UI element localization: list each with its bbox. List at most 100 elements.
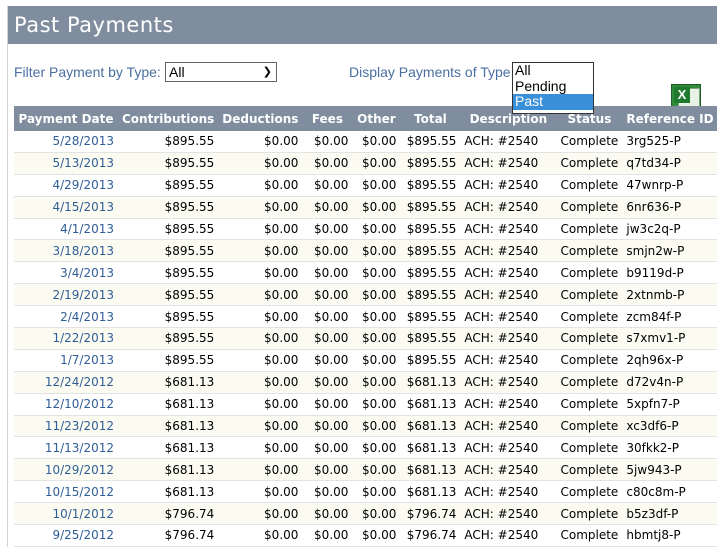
payment-date-link[interactable]: 4/15/2013	[14, 196, 118, 219]
reference-id-cell: 2xtnmb-P	[622, 283, 717, 307]
excel-x-glyph: X	[674, 87, 690, 103]
other-cell: $0.00	[352, 415, 401, 438]
payment-date-link[interactable]: 12/24/2012	[14, 371, 118, 394]
payment-date-link[interactable]: 10/15/2012	[14, 480, 118, 504]
payment-date-link[interactable]: 3/18/2013	[14, 239, 118, 263]
payment-date-link[interactable]: 10/1/2012	[14, 502, 118, 526]
reference-id-cell: 47wnrp-P	[622, 174, 717, 197]
payment-date-link[interactable]: 5/28/2013	[14, 131, 118, 153]
status-cell: Complete	[556, 131, 623, 153]
description-cell: ACH: #2540	[460, 152, 557, 175]
description-cell: ACH: #2540	[460, 218, 557, 241]
status-cell: Complete	[556, 371, 623, 394]
fees-cell: $0.00	[302, 458, 353, 482]
status-cell: Complete	[556, 152, 623, 175]
payments-table: Payment Date Contributions Deductions Fe…	[14, 106, 717, 547]
reference-id-cell: 3rg525-P	[622, 131, 717, 153]
status-cell: Complete	[556, 327, 623, 350]
fees-cell: $0.00	[302, 502, 353, 526]
fees-cell: $0.00	[302, 131, 353, 153]
table-row: 4/15/2013 $895.55 $0.00 $0.00 $0.00 $895.55 AC…	[14, 196, 717, 219]
reference-id-cell: 5xpfn7-P	[622, 393, 717, 416]
payment-date-link[interactable]: 1/7/2013	[14, 349, 118, 372]
table-row: 1/22/2013 $895.55 $0.00 $0.00 $0.00 $895.55 AC…	[14, 327, 717, 350]
status-cell: Complete	[556, 393, 623, 416]
contributions-cell: $796.74	[118, 524, 219, 547]
total-cell: $895.55	[400, 239, 461, 263]
total-cell: $895.55	[400, 283, 461, 307]
display-type-option-all[interactable]: All	[513, 62, 593, 79]
chevron-down-icon: ❯	[262, 66, 272, 78]
other-cell: $0.00	[352, 349, 401, 372]
table-row: 12/10/2012 $681.13 $0.00 $0.00 $0.00 $681.13 A…	[14, 393, 717, 416]
contributions-cell: $681.13	[118, 415, 219, 438]
fees-cell: $0.00	[302, 305, 353, 329]
reference-id-cell: d72v4n-P	[622, 371, 717, 394]
deductions-cell: $0.00	[218, 327, 303, 350]
payment-date-link[interactable]: 11/23/2012	[14, 415, 118, 438]
payment-date-link[interactable]: 5/13/2013	[14, 152, 118, 175]
fees-cell: $0.00	[302, 349, 353, 372]
table-row: 11/13/2012 $681.13 $0.00 $0.00 $0.00 $681.13 A…	[14, 436, 717, 460]
col-header-deductions[interactable]: Deductions	[218, 106, 303, 131]
other-cell: $0.00	[352, 283, 401, 307]
col-header-contributions[interactable]: Contributions	[118, 106, 219, 131]
table-row: 4/29/2013 $895.55 $0.00 $0.00 $0.00 $895.55 AC…	[14, 174, 717, 197]
display-type-option-pending[interactable]: Pending	[513, 78, 593, 95]
display-type-listbox[interactable]: All Pending Past	[512, 62, 594, 114]
total-cell: $681.13	[400, 436, 461, 460]
contributions-cell: $895.55	[118, 174, 219, 197]
description-cell: ACH: #2540	[460, 283, 557, 307]
col-header-payment-date[interactable]: Payment Date	[14, 106, 118, 131]
table-row: 10/1/2012 $796.74 $0.00 $0.00 $0.00 $796.74 AC…	[14, 502, 717, 526]
description-cell: ACH: #2540	[460, 502, 557, 526]
col-header-total[interactable]: Total	[400, 106, 461, 131]
payment-date-link[interactable]: 1/22/2013	[14, 327, 118, 350]
total-cell: $895.55	[400, 131, 461, 153]
status-cell: Complete	[556, 196, 623, 219]
payment-date-link[interactable]: 11/13/2012	[14, 436, 118, 460]
reference-id-cell: smjn2w-P	[622, 239, 717, 263]
table-row: 3/4/2013 $895.55 $0.00 $0.00 $0.00 $895.55 ACH…	[14, 261, 717, 285]
other-cell: $0.00	[352, 218, 401, 241]
status-cell: Complete	[556, 239, 623, 263]
payment-date-link[interactable]: 10/29/2012	[14, 458, 118, 482]
table-row: 5/28/2013 $895.55 $0.00 $0.00 $0.00 $895.55 AC…	[14, 131, 717, 153]
status-cell: Complete	[556, 524, 623, 547]
payment-date-link[interactable]: 9/25/2012	[14, 524, 118, 547]
other-cell: $0.00	[352, 261, 401, 285]
total-cell: $895.55	[400, 349, 461, 372]
payment-date-link[interactable]: 2/19/2013	[14, 283, 118, 307]
payment-date-link[interactable]: 3/4/2013	[14, 261, 118, 285]
other-cell: $0.00	[352, 152, 401, 175]
payment-date-link[interactable]: 4/1/2013	[14, 218, 118, 241]
payment-date-link[interactable]: 4/29/2013	[14, 174, 118, 197]
table-row: 3/18/2013 $895.55 $0.00 $0.00 $0.00 $895.55 AC…	[14, 239, 717, 263]
status-cell: Complete	[556, 502, 623, 526]
fees-cell: $0.00	[302, 393, 353, 416]
col-header-reference-id[interactable]: Reference ID	[622, 106, 717, 131]
reference-id-cell: xc3df6-P	[622, 415, 717, 438]
fees-cell: $0.00	[302, 174, 353, 197]
contributions-cell: $681.13	[118, 458, 219, 482]
fees-cell: $0.00	[302, 327, 353, 350]
contributions-cell: $681.13	[118, 393, 219, 416]
table-row: 9/25/2012 $796.74 $0.00 $0.00 $0.00 $796.74 AC…	[14, 524, 717, 547]
total-cell: $681.13	[400, 480, 461, 504]
deductions-cell: $0.00	[218, 436, 303, 460]
status-cell: Complete	[556, 283, 623, 307]
filter-type-select[interactable]: All ❯	[165, 62, 277, 82]
table-row: 10/15/2012 $681.13 $0.00 $0.00 $0.00 $681.13 A…	[14, 480, 717, 504]
deductions-cell: $0.00	[218, 239, 303, 263]
total-cell: $895.55	[400, 196, 461, 219]
display-type-option-past[interactable]: Past	[513, 93, 593, 110]
status-cell: Complete	[556, 174, 623, 197]
col-header-other[interactable]: Other	[352, 106, 401, 131]
display-type-label: Display Payments of Type:	[349, 64, 515, 80]
table-row: 11/23/2012 $681.13 $0.00 $0.00 $0.00 $681.13 A…	[14, 415, 717, 438]
deductions-cell: $0.00	[218, 480, 303, 504]
payment-date-link[interactable]: 2/4/2013	[14, 305, 118, 329]
payment-date-link[interactable]: 12/10/2012	[14, 393, 118, 416]
col-header-fees[interactable]: Fees	[302, 106, 353, 131]
contributions-cell: $681.13	[118, 371, 219, 394]
